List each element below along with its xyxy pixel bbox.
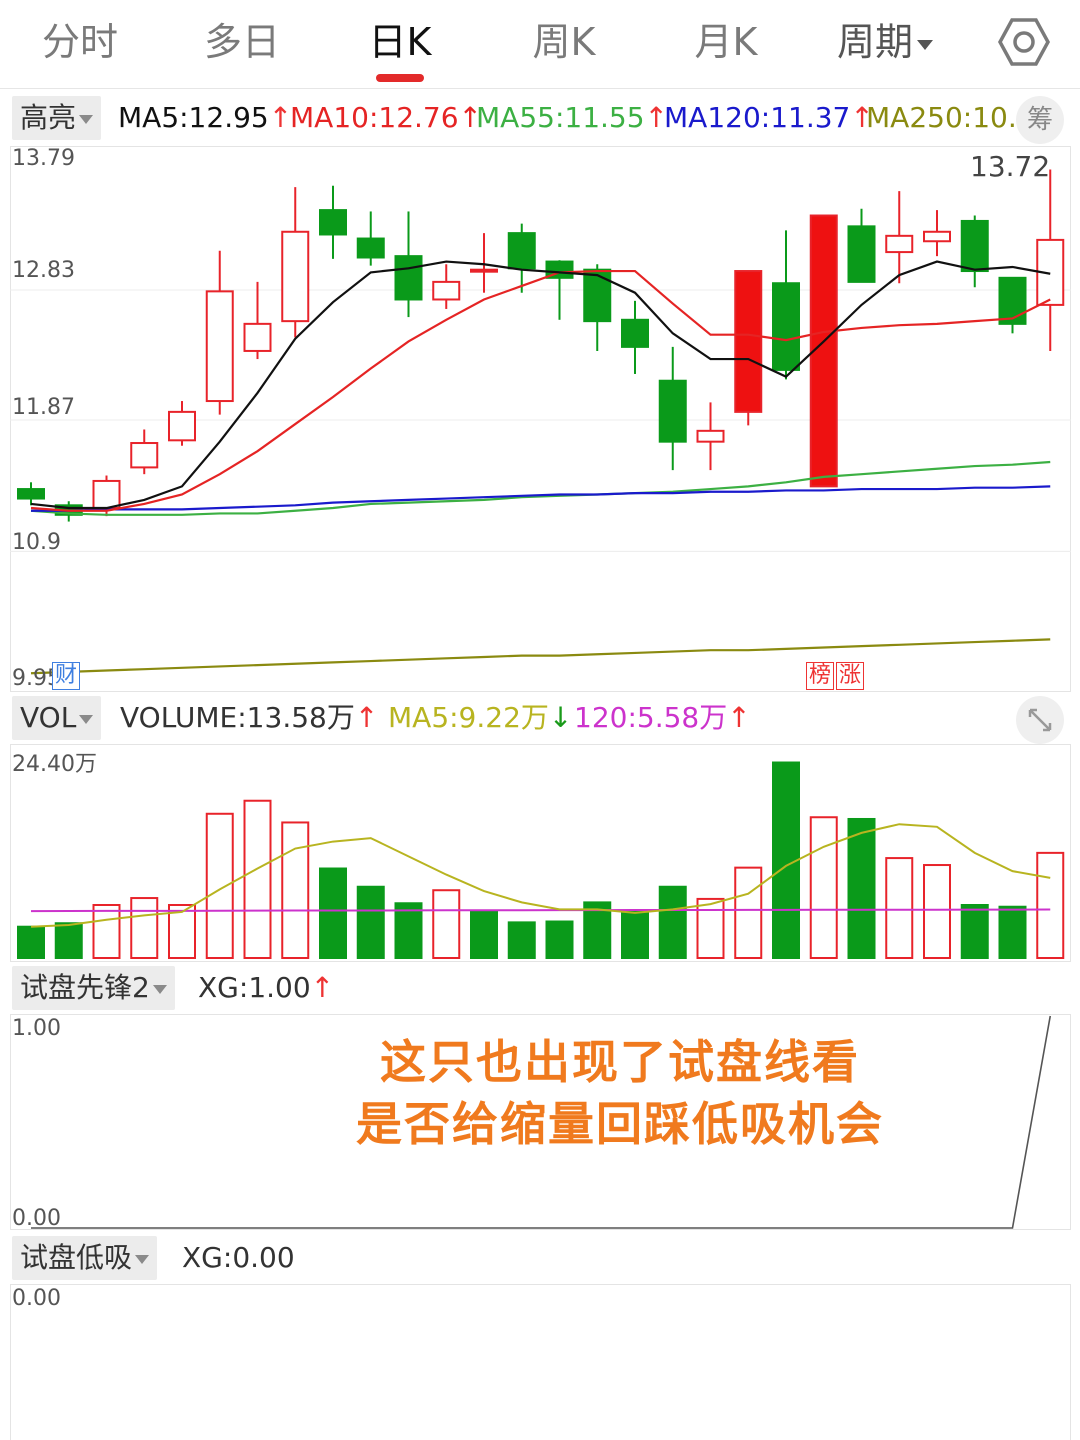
chevron-down-icon [135, 1254, 150, 1264]
xg2-panel-frame [10, 1284, 1071, 1440]
xg2-y-top: 0.00 [12, 1286, 61, 1311]
xg2-mode-label: 试盘低吸 [20, 1241, 133, 1274]
xg2-legend: 试盘低吸 XG:0.00 [0, 1236, 1080, 1280]
xg1-y-bottom: 0.00 [12, 1206, 61, 1231]
xg2-mode-dropdown[interactable]: 试盘低吸 [12, 1236, 158, 1280]
xg1-y-top: 1.00 [12, 1016, 61, 1041]
annotation-line-1: 这只也出现了试盘线看 [380, 1035, 860, 1089]
legend-xg2-value: XG:0.00 [182, 1241, 295, 1274]
annotation-line-2: 是否给缩量回踩低吸机会 [356, 1097, 884, 1151]
